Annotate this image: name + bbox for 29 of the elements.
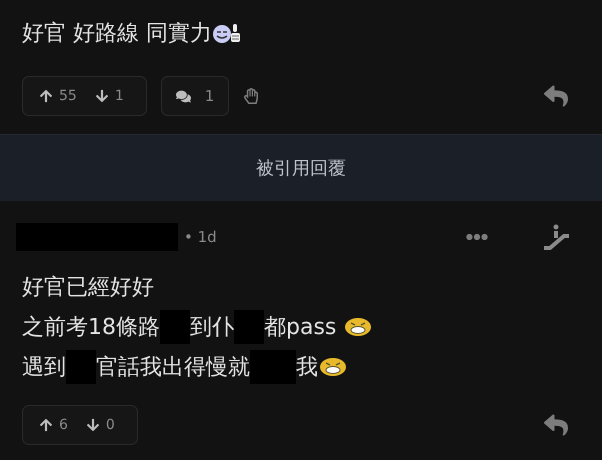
post-text: 好官 好路線 同實力: [22, 20, 212, 48]
downvote-button[interactable]: 0: [84, 417, 123, 433]
smiley-thumbs-up-icon: [212, 22, 242, 44]
replies-button[interactable]: 1: [160, 76, 230, 116]
post-text: 遇到: [22, 354, 66, 382]
laughing-face-icon: [318, 356, 348, 378]
escalator-icon[interactable]: [542, 224, 570, 250]
quoted-replies-label: 被引用回覆: [256, 157, 346, 180]
post-text: 官話我出得慢就: [96, 354, 250, 382]
upvote-button[interactable]: 55: [37, 88, 85, 104]
hand-icon[interactable]: [243, 88, 260, 104]
down-arrow-icon: [86, 418, 100, 432]
reply-icon[interactable]: [544, 413, 568, 437]
laughing-face-icon: [343, 316, 374, 338]
down-arrow-icon: [94, 89, 109, 103]
post-text: 之前考18條路: [22, 314, 160, 342]
upvote-button[interactable]: 6: [37, 417, 76, 433]
speech-bubbles-icon: [176, 88, 191, 104]
downvote-button[interactable]: 1: [92, 88, 132, 104]
post-time: • 1d: [184, 228, 217, 246]
reply-icon[interactable]: [544, 84, 568, 108]
post-text: 好官已經好好: [22, 274, 154, 302]
quoted-replies-bar[interactable]: 被引用回覆: [0, 134, 602, 201]
reply-count: 1: [204, 87, 214, 105]
up-arrow-icon: [39, 418, 53, 432]
post-text: 都pass: [264, 314, 338, 342]
post-text: 到仆: [190, 314, 234, 342]
post-text: 我: [296, 354, 318, 382]
up-arrow-icon: [39, 89, 53, 103]
